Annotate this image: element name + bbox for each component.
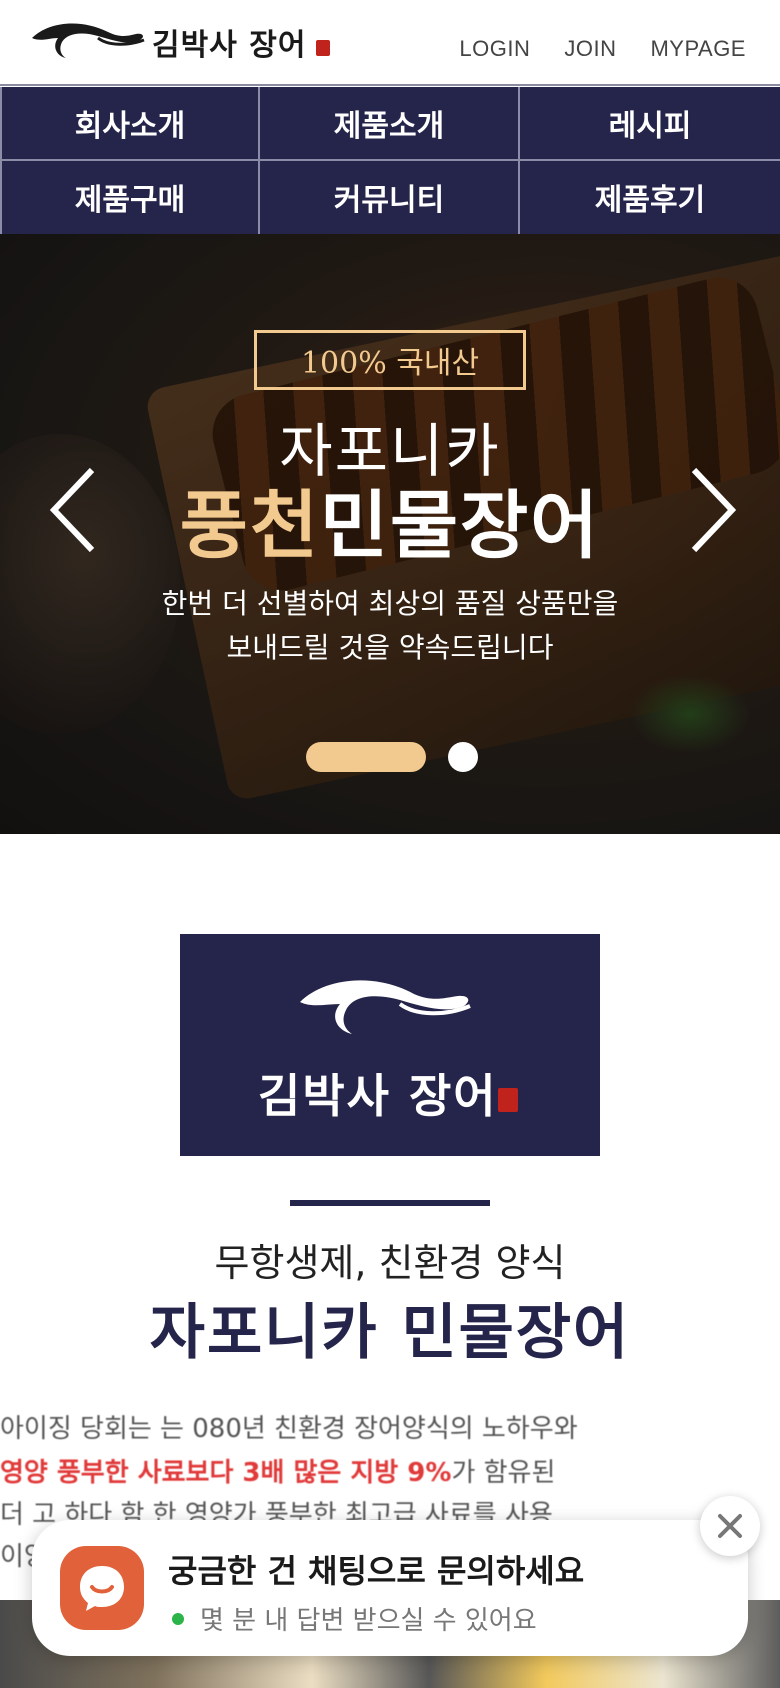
mypage-link[interactable]: MYPAGE [650,36,746,62]
logo-text: 김박사 장어 [152,28,307,63]
slider-dot[interactable] [448,742,478,772]
origin-badge: 100% 국내산 [254,330,526,390]
hero-description: 한번 더 선별하여 최상의 품질 상품만을 보내드릴 것을 약속드립니다 [0,582,780,670]
brand-logo-text: 김박사 장어 [258,1069,498,1123]
eel-logo-icon [300,980,471,1034]
hero-desc-line-1: 한번 더 선별하여 최상의 품질 상품만을 [161,587,619,620]
nav-item-recipes[interactable]: 레시피 [520,87,780,161]
slider-pagination [306,742,478,772]
body-text-line-2: 영양 풍부한 사료보다 3배 많은 지방 9%가 함유된 [0,1452,555,1489]
chat-close-button[interactable] [700,1496,760,1556]
site-logo[interactable]: 김박사 장어 [28,16,348,70]
nav-item-purchase[interactable]: 제품구매 [0,160,260,234]
chat-status: 몇 분 내 답변 받으실 수 있어요 [172,1600,537,1637]
chevron-left-icon [49,467,95,553]
top-nav: LOGIN JOIN MYPAGE [459,36,746,62]
chat-widget[interactable]: 궁금한 건 채팅으로 문의하세요 몇 분 내 답변 받으실 수 있어요 [32,1520,748,1656]
nav-item-reviews[interactable]: 제품후기 [520,161,780,235]
section-divider [290,1200,490,1206]
nav-item-community[interactable]: 커뮤니티 [260,160,520,234]
nav-item-company[interactable]: 회사소개 [0,87,260,161]
join-link[interactable]: JOIN [564,36,616,62]
hero-title-accent: 풍천 [179,483,320,569]
hero-title-rest: 민물장어 [319,483,601,569]
close-icon [718,1514,742,1538]
nav-item-products[interactable]: 제품소개 [260,87,520,161]
login-link[interactable]: LOGIN [459,36,530,62]
chat-title: 궁금한 건 채팅으로 문의하세요 [168,1552,585,1590]
hero-slider: 100% 국내산 자포니카 풍천민물장어 한번 더 선별하여 최상의 품질 상품… [0,234,780,834]
section-title: 자포니카 민물장어 [149,1298,631,1368]
hero-title: 풍천민물장어 [0,466,780,573]
body-text-line-1: 아이징 당회는 는 080년 친환경 장어양식의 노하우와 [0,1414,578,1444]
body-text-line-2-rest: 가 함유된 [451,1458,556,1488]
body-text-highlight: 영양 풍부한 사료보다 3배 많은 지방 9% [0,1458,452,1488]
hero-desc-line-2: 보내드릴 것을 약속드립니다 [226,631,554,664]
brand-seal [498,1088,518,1112]
site-header: 김박사 장어 LOGIN JOIN MYPAGE [0,0,780,86]
slider-next-button[interactable] [670,460,740,560]
chevron-right-icon [691,467,737,553]
slider-prev-button[interactable] [46,460,116,560]
section-subtitle: 무항생제, 친환경 양식 [214,1241,566,1285]
online-indicator [172,1612,184,1625]
logo-seal [316,40,330,56]
chat-bubble-icon [60,1546,144,1630]
brand-logo-box: 김박사 장어 [180,934,600,1156]
eel-logo-icon [32,23,145,58]
chat-status-text: 몇 분 내 답변 받으실 수 있어요 [200,1606,537,1636]
main-nav: 회사소개 제품소개 레시피 제품구매 커뮤니티 제품후기 [0,87,780,234]
slider-dot-active[interactable] [306,742,426,772]
